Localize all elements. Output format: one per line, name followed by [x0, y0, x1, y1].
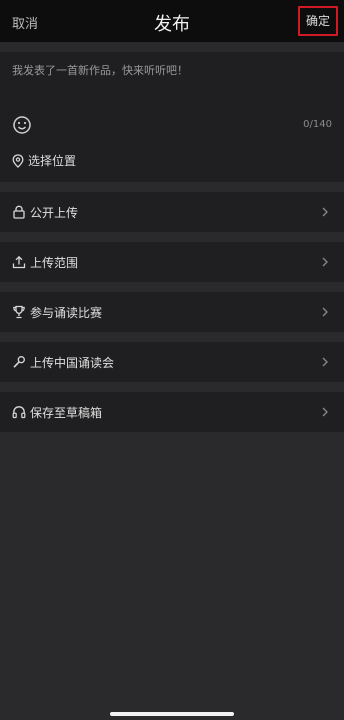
section-divider [0, 382, 344, 392]
emoji-icon[interactable] [12, 115, 32, 135]
section-divider [0, 182, 344, 192]
post-text-input[interactable]: 我发表了一首新作品，快来听听吧！ [12, 62, 188, 78]
select-location-button[interactable]: 选择位置 [12, 152, 76, 169]
upload-china-recitation-row[interactable]: 上传中国诵读会 [0, 342, 344, 382]
headphones-icon [12, 406, 26, 419]
chevron-right-icon [322, 357, 328, 367]
section-divider [0, 232, 344, 242]
character-counter: 0/140 [303, 119, 332, 130]
upload-icon [12, 255, 26, 269]
chevron-right-icon [322, 207, 328, 217]
compose-area: 我发表了一首新作品，快来听听吧！ 0/140 选择位置 [0, 52, 344, 182]
header-bar: 取消 发布 确定 [0, 0, 344, 42]
section-divider [0, 282, 344, 292]
lock-icon [13, 205, 25, 219]
page-title: 发布 [154, 14, 190, 35]
confirm-button[interactable]: 确定 [298, 6, 338, 36]
select-location-label: 选择位置 [28, 154, 77, 168]
microphone-icon [13, 356, 25, 368]
chevron-right-icon [322, 257, 328, 267]
chevron-right-icon [322, 307, 328, 317]
home-indicator[interactable] [110, 712, 234, 716]
chevron-right-icon [322, 407, 328, 417]
join-recitation-contest-row[interactable]: 参与诵读比赛 [0, 292, 344, 332]
location-pin-icon [12, 153, 24, 168]
join-recitation-contest-label: 参与诵读比赛 [30, 306, 103, 320]
upload-scope-label: 上传范围 [30, 256, 79, 270]
trophy-icon [13, 305, 25, 319]
upload-china-recitation-label: 上传中国诵读会 [30, 356, 115, 370]
publish-screen: 取消 发布 确定 我发表了一首新作品，快来听听吧！ 0/140 选择位置 公开上… [0, 0, 344, 720]
save-to-drafts-row[interactable]: 保存至草稿箱 [0, 392, 344, 432]
public-upload-label: 公开上传 [30, 206, 79, 220]
empty-background [0, 432, 344, 720]
upload-scope-row[interactable]: 上传范围 [0, 242, 344, 282]
save-to-drafts-label: 保存至草稿箱 [30, 406, 103, 420]
section-divider [0, 332, 344, 342]
public-upload-row[interactable]: 公开上传 [0, 192, 344, 232]
header-divider [0, 42, 344, 52]
